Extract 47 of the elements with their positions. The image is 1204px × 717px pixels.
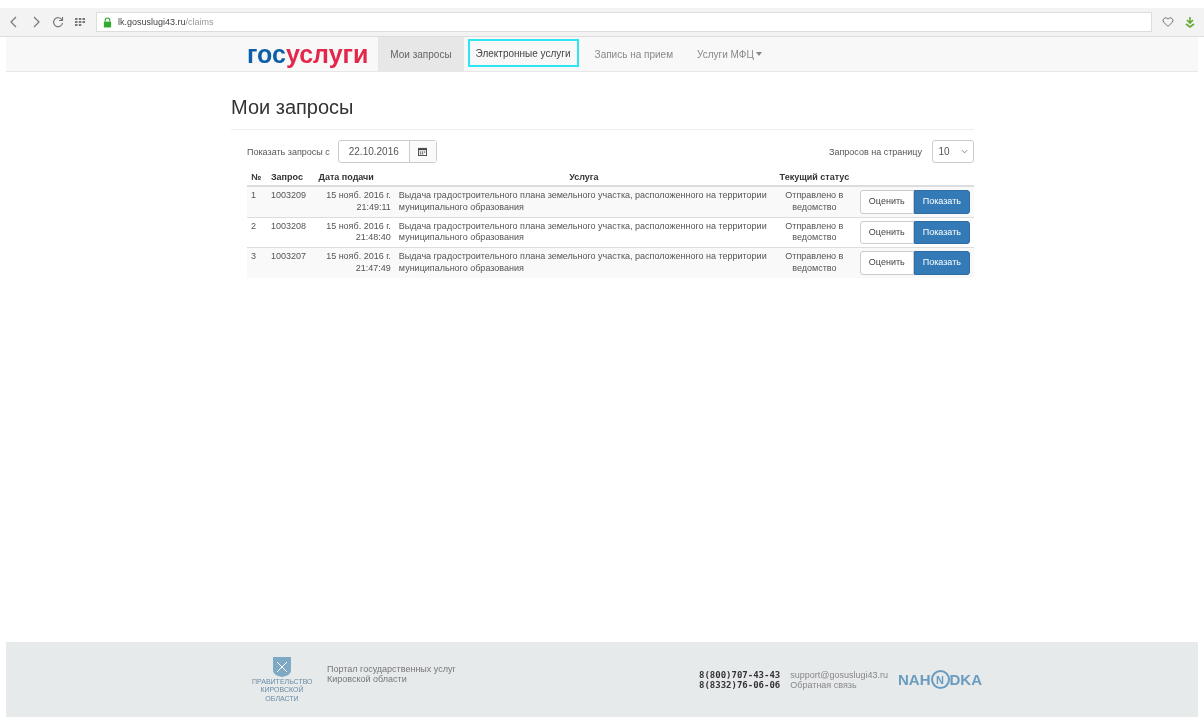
- nav-link[interactable]: Электронные услуги: [467, 39, 579, 67]
- request-id: 1003207: [270, 251, 306, 262]
- row-number: 2: [251, 220, 256, 231]
- portal-text: Кировской области: [327, 673, 407, 684]
- row-number: 1: [251, 190, 256, 200]
- phone-number: 8(8332)76-06-06: [699, 679, 781, 690]
- download-icon[interactable]: [1184, 16, 1196, 28]
- page-title: Мои запросы: [231, 96, 974, 130]
- submission-date: 15 нояб. 2016 г. 21:48:40: [326, 220, 391, 243]
- coat-of-arms-icon: [272, 656, 292, 679]
- status-text: Отправлено в ведомство: [785, 220, 844, 243]
- submission-date: 15 нояб. 2016 г. 21:49:11: [326, 190, 391, 212]
- nav-link[interactable]: Услуги МФЦ: [685, 37, 774, 71]
- date-field[interactable]: 22.10.2016: [337, 140, 437, 163]
- per-page-label: Запросов на страницу: [829, 146, 922, 157]
- show-button[interactable]: Показать: [913, 251, 970, 276]
- heart-icon[interactable]: [1162, 16, 1174, 28]
- reload-icon[interactable]: [52, 16, 64, 28]
- per-page-select[interactable]: 10: [932, 140, 974, 163]
- rate-button[interactable]: Оценить: [859, 251, 914, 276]
- request-id: 1003208: [270, 220, 306, 231]
- chevron-icon: [960, 149, 968, 154]
- status-text: Отправлено в ведомство: [785, 190, 844, 212]
- status-text: Отправлено в ведомство: [785, 251, 844, 274]
- filter-label: Показать запросы с: [247, 146, 330, 157]
- service-name: Выдача градостроительного плана земельного участка, расположенного на территории муниципального образования: [398, 251, 767, 274]
- lock-icon: [103, 16, 112, 28]
- submission-date: 15 нояб. 2016 г. 21:47:49: [326, 251, 391, 274]
- footer-link[interactable]: Обратная связь: [790, 679, 888, 690]
- calendar-icon[interactable]: [418, 147, 428, 156]
- nav-link[interactable]: Запись на прием: [582, 37, 686, 71]
- show-button[interactable]: Показать: [913, 220, 970, 245]
- phone-number: 8(800)707-43-43: [699, 669, 781, 680]
- url-text: lk.gosuslugi43.ru/claims: [118, 17, 214, 27]
- grid-icon[interactable]: [74, 16, 86, 28]
- show-button[interactable]: Показать: [913, 190, 970, 214]
- portal-text: Портал государственных услуг: [327, 663, 456, 674]
- site-logo[interactable]: госуслуги: [247, 37, 369, 71]
- service-name: Выдача градостроительного плана земельного участка, расположенного на территории муниципального образования: [398, 220, 767, 243]
- footer-link[interactable]: support@gosuslugi43.ru: [790, 669, 888, 680]
- rate-button[interactable]: Оценить: [859, 220, 914, 245]
- address-bar[interactable]: lk.gosuslugi43.ru/claims: [96, 12, 1152, 32]
- row-number: 3: [251, 251, 256, 262]
- request-id: 1003209: [270, 190, 306, 200]
- nav-link[interactable]: Мои запросы: [378, 37, 464, 71]
- rate-button[interactable]: Оценить: [859, 190, 914, 214]
- service-name: Выдача градостроительного плана земельного участка, расположенного на территории муниципального образования: [398, 190, 767, 212]
